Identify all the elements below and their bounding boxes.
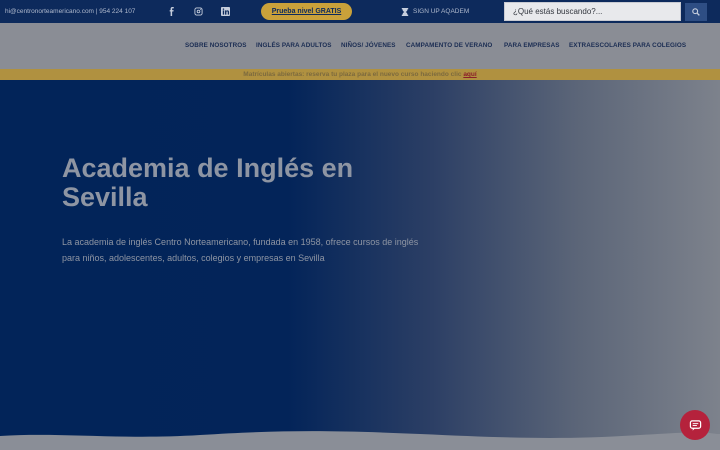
search-icon (692, 8, 700, 16)
search-input[interactable]: ¿Qué estás buscando?... (504, 2, 681, 21)
linkedin-icon[interactable] (219, 5, 231, 17)
nav-item-extraescolares[interactable]: EXTRAESCOLARES PARA COLEGIOS (569, 23, 686, 69)
signup-link[interactable]: SIGN UP AQADEM (401, 0, 469, 23)
hero-title: Academia de Inglés en Sevilla (62, 153, 354, 212)
nav-item-ninos-jovenes[interactable]: NIÑOS/ JÓVENES (341, 23, 396, 69)
hero-description: La academia de inglés Centro Norteameric… (62, 237, 419, 263)
hero-section: Academia de Inglés en Sevilla La academi… (0, 80, 720, 450)
nav-item-sobre-nosotros[interactable]: SOBRE NOSOTROS (185, 23, 247, 69)
chat-icon (689, 419, 701, 431)
free-level-test-button[interactable]: Prueba nivel GRATIS (261, 3, 352, 20)
main-nav: SOBRE NOSOTROS INGLÉS PARA ADULTOS NIÑOS… (0, 23, 720, 69)
nav-item-para-empresas[interactable]: PARA EMPRESAS (504, 23, 560, 69)
facebook-icon[interactable] (165, 5, 177, 17)
announcement-link[interactable]: aquí (463, 71, 476, 78)
contact-info[interactable]: hi@centronorteamericano.com | 954 224 10… (5, 0, 135, 23)
hourglass-icon (401, 7, 409, 16)
wave-divider (0, 431, 720, 450)
nav-item-campamento-verano[interactable]: CAMPAMENTO DE VERANO (406, 23, 492, 69)
top-bar: hi@centronorteamericano.com | 954 224 10… (0, 0, 720, 23)
nav-item-ingles-adultos[interactable]: INGLÉS PARA ADULTOS (256, 23, 332, 69)
announcement-text: Matrículas abiertas: reserva tu plaza pa… (243, 71, 464, 78)
instagram-icon[interactable] (192, 5, 204, 17)
chat-button[interactable] (680, 410, 710, 440)
search-button[interactable] (685, 3, 707, 21)
announcement-bar: Matrículas abiertas: reserva tu plaza pa… (0, 69, 720, 80)
signup-label: SIGN UP AQADEM (413, 8, 470, 15)
